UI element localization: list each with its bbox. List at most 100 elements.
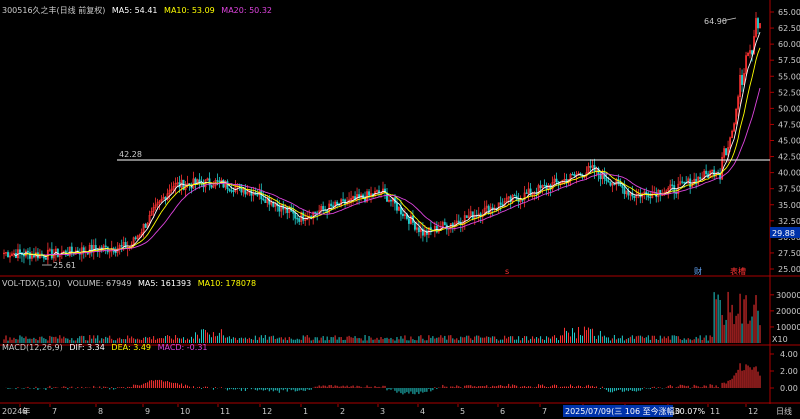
candle-body xyxy=(218,180,221,183)
current-price-label: 29.88 xyxy=(772,229,795,238)
volume-header: VOL-TDX(5,10) VOLUME: 67949 MA5: 161393 … xyxy=(2,279,260,289)
candle-body xyxy=(344,199,347,205)
candle-body xyxy=(539,185,542,189)
candle-body xyxy=(543,185,546,187)
candle-body xyxy=(336,201,339,205)
candle-body xyxy=(28,252,31,259)
marker-s[interactable]: s xyxy=(505,267,509,276)
vol-ma5-value: MA5: 161393 xyxy=(137,279,192,288)
macd-axis-label: 4.00 xyxy=(780,350,798,359)
ma5-value: MA5: 54.41 xyxy=(111,6,158,15)
candle-body xyxy=(262,198,265,201)
volume-unit-label: X10 xyxy=(772,335,788,344)
main-header: 300516久之丰(日线 前复权) MA5: 54.41 MA10: 53.09… xyxy=(2,6,276,16)
candle-body xyxy=(649,196,652,199)
volume-value: VOLUME: 67949 xyxy=(67,279,132,288)
candle-body xyxy=(521,199,524,201)
month-label: 1 xyxy=(303,407,308,416)
candle-body xyxy=(571,174,574,176)
candle-body xyxy=(230,190,233,192)
candle-body xyxy=(50,249,53,259)
month-label: 10 xyxy=(180,407,190,416)
dea-value: DEA: 3.49 xyxy=(111,343,152,352)
candle-body xyxy=(751,50,753,55)
price-axis-label: 27.50 xyxy=(778,249,800,258)
candle-body xyxy=(645,191,648,194)
candle-body xyxy=(134,237,137,240)
price-axis-label: 32.50 xyxy=(778,217,800,226)
candle-body xyxy=(124,242,127,249)
macd-value: MACD: -0.31 xyxy=(157,343,208,352)
price-axis-label: 45.00 xyxy=(778,137,800,146)
ma10-value: MA10: 53.09 xyxy=(164,6,215,15)
candle-body xyxy=(471,211,474,220)
candle-body xyxy=(633,195,636,198)
price-axis-label: 55.00 xyxy=(778,72,800,81)
candle-body xyxy=(26,250,29,253)
macd-indicator-title[interactable]: MACD(12,26,9) xyxy=(2,343,63,352)
month-label: 7 xyxy=(52,407,57,416)
macd-series xyxy=(5,363,761,395)
marker-notice[interactable]: 表槽 xyxy=(730,266,746,276)
candle-body xyxy=(390,199,392,202)
marker-financial-report[interactable]: 财 xyxy=(694,266,702,276)
candle-body xyxy=(36,252,39,259)
candle-body xyxy=(589,166,592,168)
candle-body xyxy=(499,202,502,205)
candle-body xyxy=(70,246,73,253)
month-label: 3 xyxy=(380,407,385,416)
candle-body xyxy=(396,202,398,211)
ma20-value: MA20: 50.32 xyxy=(221,6,272,15)
month-label: 11 xyxy=(220,407,230,416)
candle-body xyxy=(757,18,759,29)
month-label: 11 xyxy=(710,407,720,416)
candle-body xyxy=(104,245,107,248)
candle-body xyxy=(623,187,626,195)
ma5-line xyxy=(13,31,761,258)
candlestick-series xyxy=(3,11,761,266)
candle-body xyxy=(705,170,708,175)
price-axis-label: 25.00 xyxy=(778,265,800,274)
volume-axis-label: 20000 xyxy=(776,307,800,316)
candle-body xyxy=(314,211,317,214)
dif-value: DIF: 3.34 xyxy=(69,343,105,352)
candle-body xyxy=(256,194,259,196)
vol-ma10-value: MA10: 178078 xyxy=(197,279,257,288)
candle-body xyxy=(296,218,299,220)
high-label: 64.90 xyxy=(704,17,727,26)
month-label: 8 xyxy=(98,407,103,416)
candle-body xyxy=(106,246,109,253)
candle-body xyxy=(457,220,460,223)
candle-body xyxy=(683,182,686,184)
candle-body xyxy=(465,215,468,219)
candle-body xyxy=(226,181,229,189)
candle-body xyxy=(443,222,446,226)
vol-indicator-title[interactable]: VOL-TDX(5,10) xyxy=(2,279,61,288)
price-axis-label: 50.00 xyxy=(778,104,800,113)
candle-body xyxy=(298,218,301,222)
period-label[interactable]: 日线 xyxy=(776,406,792,416)
candle-body xyxy=(573,174,576,177)
month-label: 5 xyxy=(460,407,465,416)
price-axis-label: 62.50 xyxy=(778,24,800,33)
candle-body xyxy=(609,181,612,186)
candle-body xyxy=(407,218,410,224)
price-axis-label: 40.00 xyxy=(778,169,800,178)
stock-chart[interactable]: 65.0062.5060.0057.5055.0052.5050.0047.50… xyxy=(0,0,800,419)
candle-body xyxy=(294,213,297,219)
price-axis-label: 47.50 xyxy=(778,120,800,129)
level-label: 42.28 xyxy=(119,150,142,159)
price-axis-label: 52.50 xyxy=(778,88,800,97)
candle-body xyxy=(401,213,404,217)
candle-body xyxy=(19,249,21,254)
candle-body xyxy=(22,254,25,257)
candle-body xyxy=(114,251,117,254)
candle-body xyxy=(555,178,558,183)
candle-body xyxy=(513,194,516,197)
price-axis-label: 37.50 xyxy=(778,185,800,194)
chart-mode[interactable]: (日线 前复权) xyxy=(57,6,106,15)
candle-body xyxy=(216,180,219,182)
stock-code: 300516 xyxy=(2,6,33,15)
candle-body xyxy=(413,222,416,230)
candle-body xyxy=(525,192,528,194)
